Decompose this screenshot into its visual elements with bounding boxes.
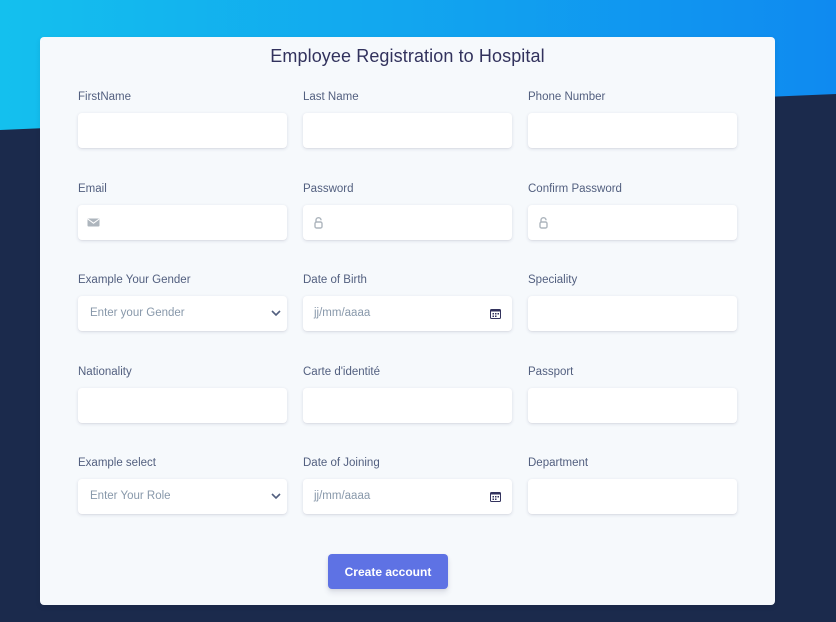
password-group: Password (303, 182, 512, 240)
first-name-wrapper (78, 113, 287, 148)
dob-field[interactable]: jj/mm/aaaa (303, 296, 512, 331)
phone-input[interactable] (528, 113, 737, 148)
role-select-value: Enter Your Role (90, 490, 171, 502)
passport-label: Passport (528, 366, 574, 378)
dob-placeholder: jj/mm/aaaa (314, 307, 371, 319)
dob-label: Date of Birth (303, 274, 367, 286)
calendar-icon[interactable] (490, 491, 501, 502)
passport-group: Passport (528, 365, 737, 423)
role-group: Example select Enter Your Role (78, 456, 287, 514)
nationality-wrapper (78, 388, 287, 423)
gender-select[interactable]: Enter your Gender (78, 296, 287, 331)
email-group: Email (78, 182, 287, 240)
speciality-group: Speciality (528, 273, 737, 331)
id-card-group: Carte d'identité (303, 365, 512, 423)
gender-group: Example Your Gender Enter your Gender (78, 273, 287, 331)
nationality-label: Nationality (78, 366, 132, 378)
password-input[interactable] (303, 205, 512, 240)
nationality-input[interactable] (78, 388, 287, 423)
confirm-password-group: Confirm Password (528, 182, 737, 240)
calendar-icon[interactable] (490, 308, 501, 319)
first-name-input[interactable] (78, 113, 287, 148)
joining-placeholder: jj/mm/aaaa (314, 490, 371, 502)
nationality-group: Nationality (78, 365, 287, 423)
id-card-wrapper (303, 388, 512, 423)
email-input[interactable] (78, 205, 287, 240)
id-card-input[interactable] (303, 388, 512, 423)
last-name-group: Last Name (303, 90, 512, 148)
password-label: Password (303, 183, 354, 195)
phone-wrapper (528, 113, 737, 148)
dob-group: Date of Birth jj/mm/aaaa (303, 273, 512, 331)
first-name-label: FirstName (78, 91, 132, 103)
joining-date-field[interactable]: jj/mm/aaaa (303, 479, 512, 514)
speciality-label: Speciality (528, 274, 578, 286)
id-card-label: Carte d'identité (303, 366, 380, 378)
department-input[interactable] (528, 479, 737, 514)
email-label: Email (78, 183, 107, 195)
department-group: Department (528, 456, 737, 514)
confirm-password-input[interactable] (528, 205, 737, 240)
page-title: Employee Registration to Hospital (270, 46, 545, 66)
phone-label: Phone Number (528, 91, 606, 103)
passport-input[interactable] (528, 388, 737, 423)
joining-label: Date of Joining (303, 457, 380, 469)
role-label: Example select (78, 457, 156, 469)
passport-wrapper (528, 388, 737, 423)
joining-group: Date of Joining jj/mm/aaaa (303, 456, 512, 514)
first-name-group: FirstName (78, 90, 287, 148)
last-name-input[interactable] (303, 113, 512, 148)
speciality-input[interactable] (528, 296, 737, 331)
speciality-wrapper (528, 296, 737, 331)
confirm-password-wrapper (528, 205, 737, 240)
create-account-button[interactable]: Create account (328, 554, 448, 589)
confirm-password-label: Confirm Password (528, 183, 622, 195)
role-select[interactable]: Enter Your Role (78, 479, 287, 514)
chevron-down-icon (271, 310, 281, 317)
registration-card: Employee Registration to Hospital FirstN… (40, 37, 775, 605)
email-wrapper (78, 205, 287, 240)
phone-group: Phone Number (528, 90, 737, 148)
gender-select-value: Enter your Gender (90, 307, 185, 319)
last-name-wrapper (303, 113, 512, 148)
chevron-down-icon (271, 493, 281, 500)
department-wrapper (528, 479, 737, 514)
last-name-label: Last Name (303, 91, 359, 103)
gender-label: Example Your Gender (78, 274, 191, 286)
password-wrapper (303, 205, 512, 240)
department-label: Department (528, 457, 589, 469)
